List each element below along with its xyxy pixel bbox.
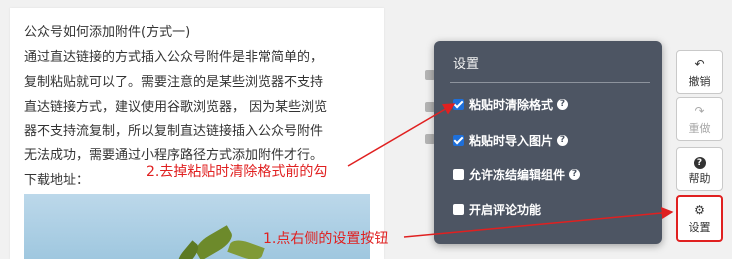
annotation-arrows (347, 103, 674, 238)
arrow-to-clear-format-option (347, 103, 456, 167)
arrow-to-settings-button (403, 207, 674, 238)
